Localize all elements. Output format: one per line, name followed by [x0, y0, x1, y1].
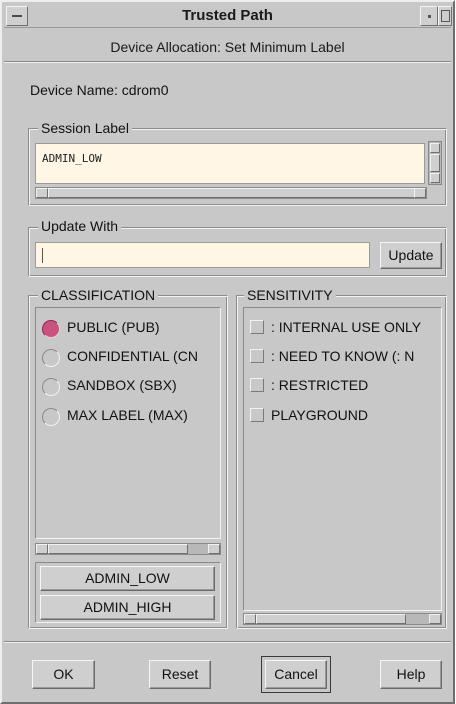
- header-divider: [4, 61, 451, 63]
- checkbox-icon: [250, 320, 264, 334]
- ok-button[interactable]: OK: [32, 660, 95, 689]
- classification-hscrollbar[interactable]: [35, 543, 221, 555]
- classification-option-label: SANDBOX (SBX): [67, 377, 177, 393]
- maximize-button[interactable]: [438, 6, 452, 26]
- scroll-right-arrow-icon[interactable]: [208, 544, 220, 554]
- update-button[interactable]: Update: [380, 242, 442, 269]
- help-button[interactable]: Help: [380, 660, 442, 689]
- footer-divider: [4, 641, 451, 643]
- radio-selected-icon: [42, 320, 60, 338]
- scroll-down-arrow-icon[interactable]: [430, 173, 440, 183]
- scroll-left-arrow-icon[interactable]: [244, 614, 256, 624]
- scroll-left-arrow-icon[interactable]: [36, 188, 48, 198]
- text-cursor: [42, 248, 43, 263]
- scroll-right-arrow-icon[interactable]: [414, 188, 426, 198]
- minimize-icon: [428, 15, 431, 18]
- sensitivity-hscrollbar[interactable]: [243, 613, 442, 625]
- sensitivity-option-label: PLAYGROUND: [271, 407, 368, 423]
- dialog-subtitle: Device Allocation: Set Minimum Label: [110, 39, 345, 55]
- sensitivity-title: SENSITIVITY: [244, 287, 336, 303]
- session-label-vscrollbar[interactable]: [428, 141, 442, 185]
- trusted-path-dialog: Trusted Path Device Allocation: Set Mini…: [0, 0, 455, 704]
- checkbox-icon: [250, 408, 264, 422]
- session-label-hscrollbar[interactable]: [35, 187, 427, 199]
- classification-option-max-label[interactable]: MAX LABEL (MAX): [42, 406, 220, 426]
- title-bar[interactable]: Trusted Path: [4, 4, 452, 28]
- sensitivity-option-need-to-know[interactable]: : NEED TO KNOW (: N: [250, 347, 442, 367]
- cancel-button[interactable]: Cancel: [265, 660, 327, 689]
- classification-title: CLASSIFICATION: [38, 287, 159, 303]
- sensitivity-option-internal-use-only[interactable]: : INTERNAL USE ONLY: [250, 318, 442, 338]
- admin-high-button[interactable]: ADMIN_HIGH: [40, 595, 215, 620]
- minimize-button[interactable]: [420, 6, 438, 26]
- admin-low-button[interactable]: ADMIN_LOW: [40, 566, 215, 591]
- classification-option-label: MAX LABEL (MAX): [67, 407, 188, 423]
- classification-option-confidential[interactable]: CONFIDENTIAL (CN: [42, 347, 220, 367]
- classification-option-sandbox[interactable]: SANDBOX (SBX): [42, 376, 220, 396]
- scroll-left-arrow-icon[interactable]: [36, 544, 48, 554]
- classification-option-label: PUBLIC (PUB): [67, 319, 160, 335]
- checkbox-icon: [250, 378, 264, 392]
- sensitivity-option-label: : RESTRICTED: [271, 377, 369, 393]
- classification-option-label: CONFIDENTIAL (CN: [67, 348, 198, 364]
- radio-icon: [42, 349, 60, 367]
- radio-icon: [42, 408, 60, 426]
- scroll-right-arrow-icon[interactable]: [429, 614, 441, 624]
- update-with-input[interactable]: [35, 242, 370, 268]
- sensitivity-option-playground[interactable]: PLAYGROUND: [250, 406, 442, 426]
- scroll-up-arrow-icon[interactable]: [430, 143, 440, 153]
- sensitivity-option-label: : NEED TO KNOW (: N: [271, 348, 415, 364]
- classification-option-public[interactable]: PUBLIC (PUB): [42, 318, 220, 338]
- sensitivity-option-label: : INTERNAL USE ONLY: [271, 319, 422, 335]
- scroll-thumb[interactable]: [48, 188, 416, 198]
- maximize-icon: [441, 10, 450, 22]
- checkbox-icon: [250, 349, 264, 363]
- sensitivity-option-restricted[interactable]: : RESTRICTED: [250, 376, 442, 396]
- scroll-thumb[interactable]: [48, 544, 188, 554]
- reset-button[interactable]: Reset: [149, 660, 211, 689]
- session-label-text[interactable]: ADMIN_LOW: [35, 143, 425, 184]
- scroll-thumb[interactable]: [256, 614, 406, 624]
- device-name-label: Device Name: cdrom0: [30, 82, 169, 98]
- session-label-title: Session Label: [38, 120, 132, 136]
- update-with-title: Update With: [38, 218, 122, 234]
- window-title: Trusted Path: [182, 7, 273, 24]
- scroll-thumb[interactable]: [430, 154, 440, 172]
- radio-icon: [42, 378, 60, 396]
